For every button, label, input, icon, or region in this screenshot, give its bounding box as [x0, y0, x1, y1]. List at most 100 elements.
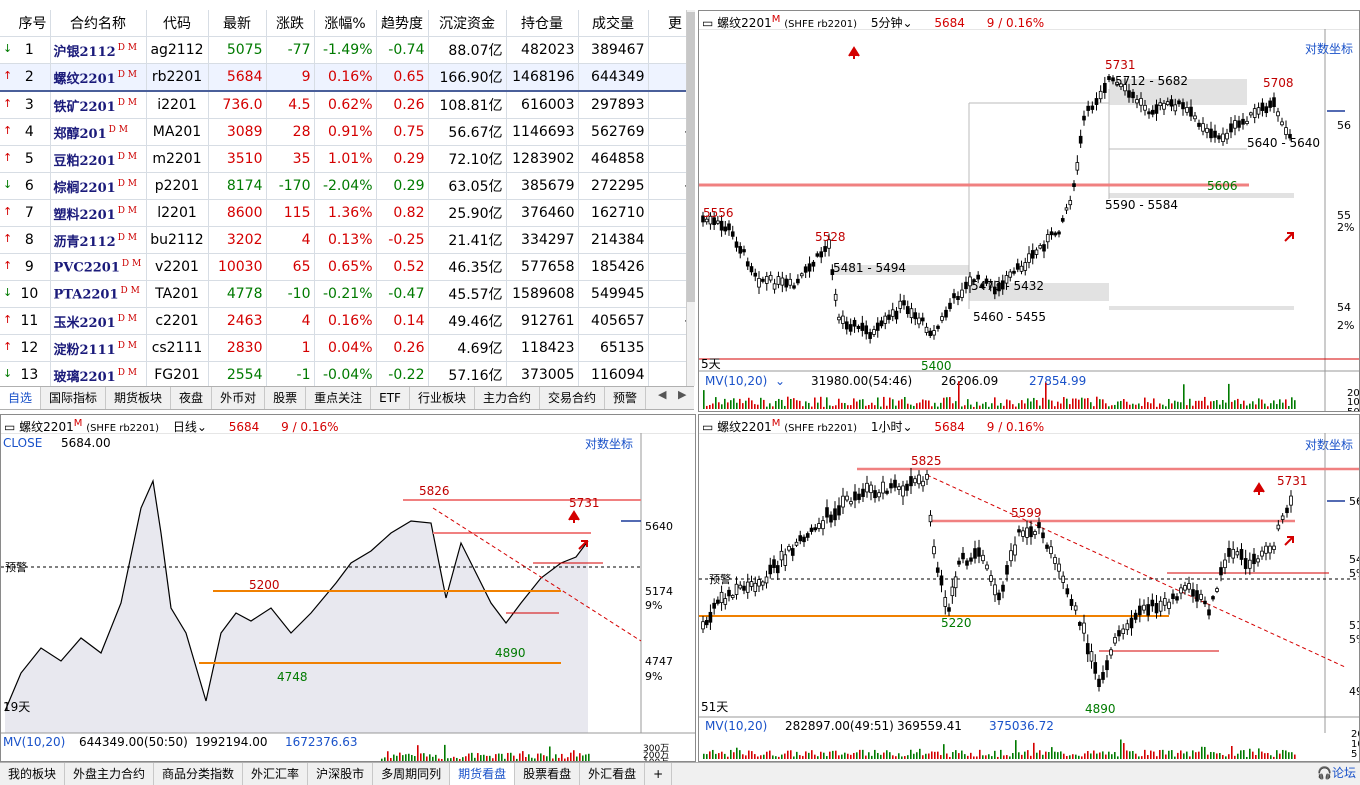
tab-top-11[interactable]: 预警: [605, 387, 646, 409]
column-header[interactable]: 序号: [0, 10, 51, 37]
column-header[interactable]: 成交量: [578, 10, 649, 37]
tab-top-0[interactable]: 自选: [0, 387, 42, 409]
contract-name[interactable]: 玻璃2201: [54, 370, 116, 385]
chevron-down-icon[interactable]: ⌄: [902, 16, 912, 30]
candle: [844, 321, 849, 330]
chart-daily-pane[interactable]: ▭ 螺纹2201M (SHFE rb2201) 日线⌄ 5684 9 / 0.1…: [0, 414, 696, 762]
chevron-down-icon[interactable]: ⌄: [197, 420, 207, 434]
volume-bar: [832, 406, 834, 409]
candle: [1165, 101, 1170, 106]
tab-top-8[interactable]: 行业板块: [410, 387, 475, 409]
period-selector[interactable]: 日线: [173, 420, 197, 434]
window-icon[interactable]: ▭: [4, 420, 15, 434]
candle: [1197, 122, 1201, 127]
contract-name[interactable]: PVC2201: [54, 260, 120, 275]
tab-top-5[interactable]: 股票: [265, 387, 307, 409]
table-row[interactable]: ↓ 1 沪银2112 D Mag2112 5075 -77 -1.49% -0.74 88.07…: [0, 36, 694, 64]
contract-name[interactable]: 塑料2201: [54, 208, 116, 223]
tab-top-3[interactable]: 夜盘: [171, 387, 213, 409]
candle: [772, 283, 777, 290]
column-header[interactable]: 沉淀资金: [428, 10, 507, 37]
tab-bottom-7[interactable]: 股票看盘: [515, 763, 581, 785]
contract-name[interactable]: 玉米2201: [54, 316, 116, 331]
window-icon[interactable]: ▭: [702, 16, 713, 30]
table-row[interactable]: ↑ 12 淀粉2111 D Mcs2111 2830 1 0.04% 0.26 4.69亿 118…: [0, 334, 694, 362]
tab-top-9[interactable]: 主力合约: [475, 387, 540, 409]
contract-name[interactable]: 郑醇201: [54, 127, 107, 142]
table-row[interactable]: ↑ 11 玉米2201 D Mc2201 2463 4 0.16% 0.14 49.46亿 912…: [0, 307, 694, 335]
contract-name[interactable]: 淀粉2111: [54, 343, 116, 358]
column-header[interactable]: 涨跌: [266, 10, 315, 37]
table-row[interactable]: ↓ 10 PTA2201 D M TA201 4778 -10 -0.21% -0.47 45.5…: [0, 280, 694, 308]
candle: [1029, 526, 1033, 538]
price-chart-hourly[interactable]: 对数坐标预警5825573155995220489051天56545%515%4…: [699, 433, 1359, 761]
tab-top-7[interactable]: ETF: [371, 387, 410, 409]
price-chart-daily[interactable]: 对数坐标 CLOSE 5684.00 预警 5826 5731 5200 4890 4748 19…: [1, 433, 695, 761]
cell-code: rb2201: [146, 63, 209, 92]
price-change: 9 / 0.16%: [986, 420, 1045, 434]
tab-top-10[interactable]: 交易合约: [540, 387, 605, 409]
tab-top-1[interactable]: 国际指标: [41, 387, 107, 409]
tab-scroll-right-icon[interactable]: ▶: [678, 388, 686, 401]
candle: [939, 575, 944, 586]
chart-5min-pane[interactable]: ▭ 螺纹2201M (SHFE rb2201) 5分钟⌄ 5684 9 / 0.…: [698, 10, 1360, 412]
contract-name[interactable]: PTA2201: [54, 287, 119, 302]
volume-bar: [718, 753, 720, 759]
chevron-down-icon[interactable]: ⌄: [902, 420, 912, 434]
table-row[interactable]: ↑ 5 豆粕2201 D Mm2201 3510 35 1.01% 0.29 72.10亿 128…: [0, 145, 694, 173]
contract-name[interactable]: 沥青2112: [54, 235, 116, 250]
column-header[interactable]: 趋势度: [376, 10, 429, 37]
table-row[interactable]: ↑ 8 沥青2112 D Mbu2112 3202 4 0.13% -0.25 21.41亿 33…: [0, 226, 694, 254]
candle: [811, 261, 816, 267]
add-tab-button[interactable]: +: [645, 763, 673, 785]
volume-bar: [1270, 755, 1272, 759]
column-header[interactable]: 涨幅%: [314, 10, 377, 37]
table-row[interactable]: ↑ 9 PVC2201 D Mv2201 10030 65 0.65% 0.52 46.35亿 5…: [0, 253, 694, 281]
candle: [865, 482, 869, 493]
table-row[interactable]: ↑ 2 螺纹2201 D Mrb2201 5684 9 0.16% 0.65 166.90亿 14…: [0, 63, 694, 92]
column-header[interactable]: 持仓量: [506, 10, 579, 37]
tab-top-4[interactable]: 外币对: [212, 387, 266, 409]
tab-bottom-1[interactable]: 外盘主力合约: [65, 763, 155, 785]
contract-name[interactable]: 螺纹2201: [54, 72, 116, 87]
tab-bottom-4[interactable]: 沪深股市: [308, 763, 374, 785]
forum-link[interactable]: 🎧论坛: [1317, 764, 1356, 782]
tab-bottom-2[interactable]: 商品分类指数: [154, 763, 244, 785]
volume-bar: [733, 752, 735, 759]
tab-top-2[interactable]: 期货板块: [106, 387, 172, 409]
window-icon[interactable]: ▭: [702, 420, 713, 434]
tab-top-6[interactable]: 重点关注: [306, 387, 372, 409]
column-header[interactable]: 最新: [208, 10, 267, 37]
candle: [807, 263, 812, 272]
chart-hourly-pane[interactable]: ▭ 螺纹2201M (SHFE rb2201) 1小时⌄ 5684 9 / 0.…: [698, 414, 1360, 762]
scrollbar-thumb[interactable]: [687, 12, 695, 302]
table-row[interactable]: ↑ 4 郑醇201 D M MA201 3089 28 0.91% 0.75 56.67亿 1146…: [0, 118, 694, 146]
tab-scroll-left-icon[interactable]: ◀: [658, 388, 666, 401]
contract-name[interactable]: 铁矿2201: [54, 100, 116, 115]
dm-badge: D M: [117, 341, 137, 352]
contract-name[interactable]: 棕榈2201: [54, 181, 116, 196]
volume-bar: [736, 402, 738, 409]
contract-name[interactable]: 沪银2112: [54, 45, 116, 60]
column-header[interactable]: 合约名称: [50, 10, 147, 37]
period-selector[interactable]: 5分钟: [871, 16, 903, 30]
table-row[interactable]: ↓ 6 棕榈2201 D Mp2201 8174 -170 -2.04% 0.29 63.05亿…: [0, 172, 694, 200]
quote-scrollbar[interactable]: [686, 10, 695, 386]
price-chart-5min[interactable]: 对数坐标 5556 5528 5731 5708 5712 - 5682 5640 - 56…: [699, 29, 1359, 411]
tab-bottom-8[interactable]: 外汇看盘: [580, 763, 646, 785]
contract-name[interactable]: 豆粕2201: [54, 154, 116, 169]
tab-bottom-6[interactable]: 期货看盘: [450, 763, 516, 785]
tab-bottom-3[interactable]: 外汇汇率: [243, 763, 309, 785]
table-row[interactable]: ↑ 3 铁矿2201 D Mi2201 736.0 4.5 0.62% 0.26 108.81亿…: [0, 91, 694, 119]
table-row[interactable]: ↓ 13 玻璃2201 D M FG201 2554 -1 -0.04% -0.22 57.16亿…: [0, 361, 694, 386]
volume-bar: [862, 749, 864, 759]
candle: [775, 565, 780, 574]
period-selector[interactable]: 1小时: [871, 420, 903, 434]
table-row[interactable]: ↑ 7 塑料2201 D Ml2201 8600 115 1.36% 0.82 25.90亿 37…: [0, 199, 694, 227]
cell-fund: 108.81亿: [428, 91, 507, 119]
tab-bottom-0[interactable]: 我的板块: [0, 763, 66, 785]
tab-bottom-5[interactable]: 多周期同列: [373, 763, 451, 785]
volume-bar: [387, 751, 389, 761]
column-header[interactable]: 代码: [146, 10, 209, 37]
candle: [1199, 593, 1203, 600]
